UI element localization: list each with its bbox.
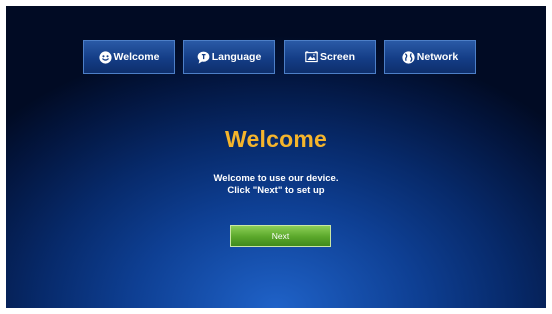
tab-label: Language xyxy=(211,51,262,63)
tab-label: Welcome xyxy=(113,51,160,63)
tab-language[interactable]: Language xyxy=(183,40,275,74)
tab-label: Network xyxy=(416,51,459,63)
globe-icon xyxy=(402,50,415,64)
welcome-message: Welcome to use our device. Click "Next" … xyxy=(6,173,546,197)
tab-label: Screen xyxy=(319,51,356,63)
speech-bubble-icon xyxy=(197,51,210,64)
tab-network[interactable]: Network xyxy=(384,40,476,74)
next-button[interactable]: Next xyxy=(230,225,331,247)
setup-tabs: Welcome Language Screen Network xyxy=(6,40,546,74)
message-line-2: Click "Next" to set up xyxy=(227,185,325,196)
message-line-1: Welcome to use our device. xyxy=(213,173,339,184)
page-title: Welcome xyxy=(225,126,327,152)
setup-screen: Welcome Language Screen Network Welcome … xyxy=(6,6,546,308)
smiley-icon xyxy=(98,50,112,64)
screen-icon xyxy=(305,50,318,64)
tab-screen[interactable]: Screen xyxy=(284,40,376,74)
tab-welcome[interactable]: Welcome xyxy=(83,40,175,74)
